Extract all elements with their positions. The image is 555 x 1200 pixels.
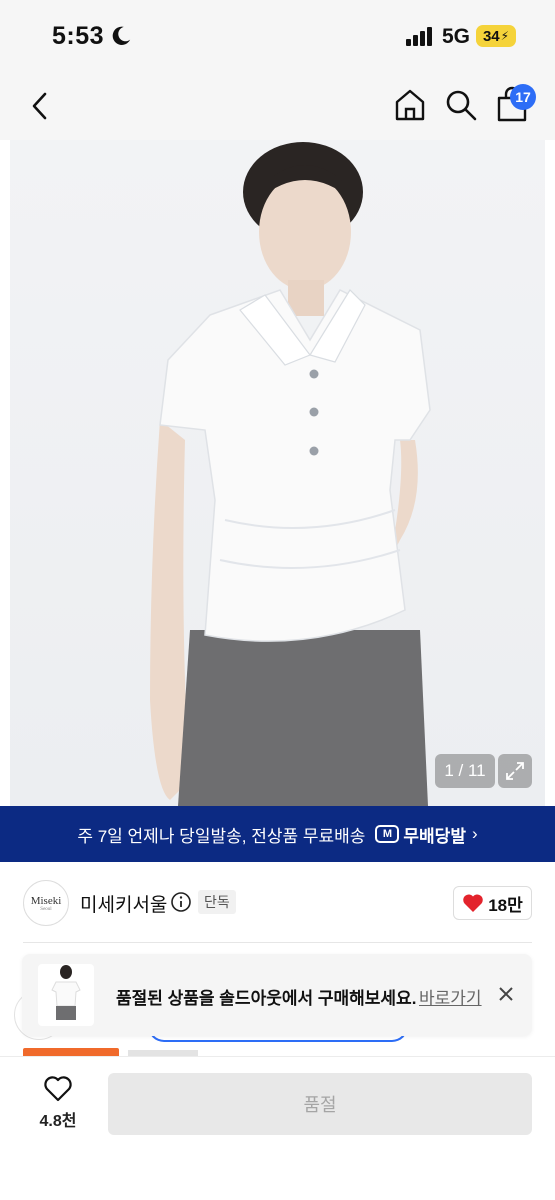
soldout-toast: 품절된 상품을 솔드아웃에서 구매해보세요. 바로가기 xyxy=(22,954,532,1036)
shop-like-button[interactable]: 18만 xyxy=(453,886,532,920)
product-image[interactable] xyxy=(10,140,545,806)
moon-icon xyxy=(112,26,131,45)
exclusive-tag: 단독 xyxy=(198,890,236,914)
wishlist-button[interactable]: 4.8천 xyxy=(30,1075,86,1135)
product-photo xyxy=(150,142,431,806)
m-logo-icon: M xyxy=(375,825,400,843)
shop-logo-text: Miseki xyxy=(30,894,62,907)
divider xyxy=(23,942,532,943)
nav-bar xyxy=(0,72,555,140)
bottom-action-bar: 4.8천 품절 xyxy=(0,1056,555,1200)
search-icon[interactable] xyxy=(444,88,478,122)
heart-outline-icon xyxy=(44,1076,72,1102)
home-icon[interactable] xyxy=(393,87,427,123)
status-bar: 5:53 5G 34 ⚡ xyxy=(0,0,555,72)
image-counter: 1 / 11 xyxy=(435,754,495,788)
info-icon[interactable] xyxy=(170,891,192,913)
shop-name[interactable]: 미세키서울 xyxy=(80,890,167,917)
cart-count-badge: 17 xyxy=(510,84,536,110)
sold-out-button[interactable]: 품절 xyxy=(108,1073,532,1135)
shop-logo[interactable]: Miseki Seoul xyxy=(23,880,69,926)
chevron-right-icon: › xyxy=(471,824,478,843)
hidden-tag xyxy=(23,1048,119,1056)
back-arrow-icon[interactable] xyxy=(26,88,54,124)
wishlist-count: 4.8천 xyxy=(39,1113,77,1130)
heart-filled-icon xyxy=(463,894,483,912)
toast-message: 품절된 상품을 솔드아웃에서 구매해보세요. xyxy=(116,989,417,1008)
promo-text: 주 7일 언제나 당일발송, 전상품 무료배송 xyxy=(77,826,366,846)
toast-go-link[interactable]: 바로가기 xyxy=(419,984,482,1009)
free-shipping-badge: M 무배당발 xyxy=(375,822,466,847)
free-shipping-label: 무배당발 xyxy=(403,826,466,846)
shop-like-count: 18만 xyxy=(488,895,523,915)
close-icon[interactable] xyxy=(496,984,516,1004)
battery-level: 34 xyxy=(482,27,500,45)
toast-product-thumbnail xyxy=(38,964,94,1026)
network-type: 5G xyxy=(442,25,471,48)
shop-logo-subtext: Seoul xyxy=(40,906,52,912)
status-time: 5:53 xyxy=(52,22,105,50)
battery-icon: 34 ⚡ xyxy=(476,25,516,47)
expand-icon[interactable] xyxy=(498,754,532,788)
shop-info-row: Miseki Seoul 미세키서울 단독 18만 xyxy=(0,862,555,944)
free-shipping-banner[interactable]: 주 7일 언제나 당일발송, 전상품 무료배송 M 무배당발 › xyxy=(0,806,555,862)
signal-icon xyxy=(406,27,434,46)
